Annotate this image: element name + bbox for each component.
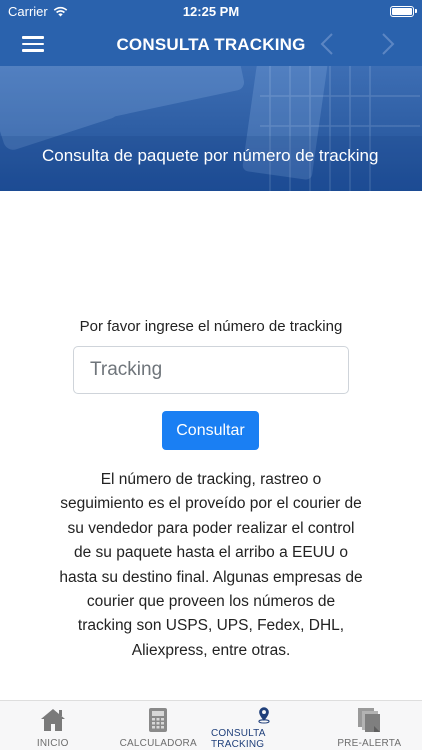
- carrier-label: Carrier: [8, 3, 48, 19]
- chevron-left-icon[interactable]: [316, 32, 340, 56]
- tab-calculadora[interactable]: CALCULADORA: [106, 701, 212, 750]
- tab-label: CALCULADORA: [119, 738, 197, 749]
- chevron-right-icon[interactable]: [375, 32, 399, 56]
- location-pin-icon: [258, 707, 270, 724]
- page-title: CONSULTA TRACKING: [116, 35, 306, 54]
- banner-text: Consulta de paquete por número de tracki…: [42, 146, 379, 165]
- header-banner: Consulta de paquete por número de tracki…: [0, 66, 422, 191]
- status-bar: Carrier 12:25 PM: [0, 0, 422, 22]
- tab-label: PRE-ALERTA: [337, 738, 402, 749]
- tab-label: CONSULTA TRACKING: [211, 728, 266, 750]
- tab-label: INICIO: [36, 738, 69, 749]
- tab-bar: INICIO CALCULADORA CONSULTA TRACKING PRE…: [0, 700, 422, 750]
- documents-icon: [358, 708, 381, 732]
- tracking-prompt: Por favor ingrese el número de tracking: [79, 318, 343, 335]
- wifi-icon: [53, 6, 67, 16]
- tracking-input[interactable]: [73, 346, 349, 394]
- battery-icon: [390, 5, 417, 17]
- info-text: El número de tracking, rastreo o seguimi…: [59, 471, 363, 659]
- tab-pre-alerta[interactable]: PRE-ALERTA: [317, 701, 422, 750]
- nav-bar: CONSULTA TRACKING: [0, 22, 422, 66]
- status-left: Carrier: [8, 4, 68, 19]
- consultar-button[interactable]: Consultar: [162, 411, 259, 450]
- banner-background-image: [0, 66, 422, 191]
- tab-inicio[interactable]: INICIO: [0, 701, 106, 750]
- calculator-icon: [149, 708, 168, 732]
- tab-consulta-tracking[interactable]: CONSULTA TRACKING: [211, 701, 317, 750]
- home-icon: [40, 709, 65, 731]
